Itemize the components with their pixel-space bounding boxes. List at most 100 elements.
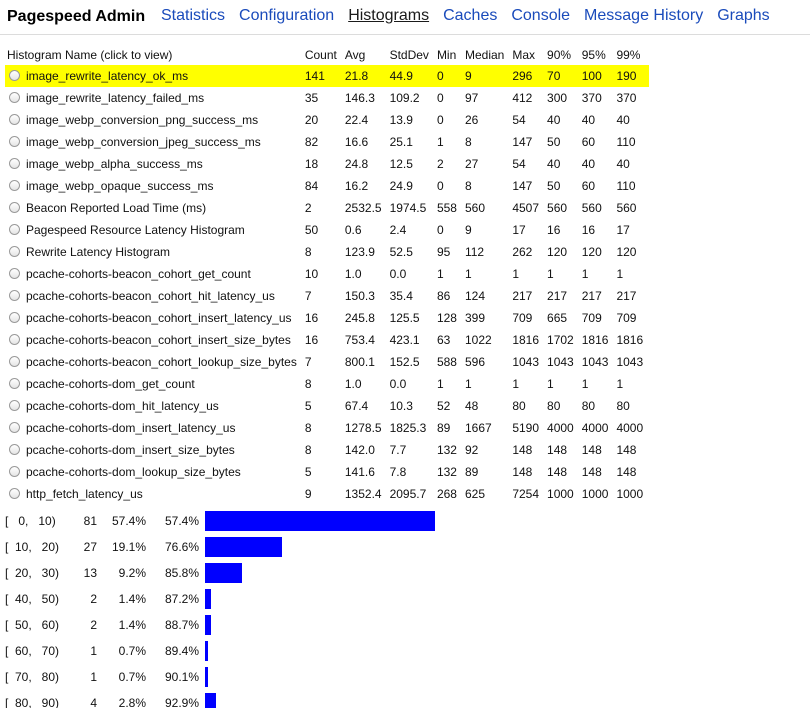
histogram-name-link[interactable]: pcache-cohorts-dom_insert_size_bytes (26, 443, 235, 457)
radio-button[interactable] (9, 290, 20, 301)
histogram-name-cell[interactable]: pcache-cohorts-dom_insert_latency_us (5, 417, 303, 439)
histogram-name-cell[interactable]: pcache-cohorts-beacon_cohort_insert_late… (5, 307, 303, 329)
radio-button[interactable] (9, 180, 20, 191)
histogram-row[interactable]: image_webp_opaque_success_ms 84 16.2 24.9 0 8… (5, 175, 649, 197)
histogram-name-link[interactable]: Pagespeed Resource Latency Histogram (26, 223, 245, 237)
nav-link-message-history[interactable]: Message History (584, 7, 703, 24)
nav-link-histograms[interactable]: Histograms (348, 7, 429, 24)
radio-button[interactable] (9, 92, 20, 103)
histogram-row[interactable]: pcache-cohorts-beacon_cohort_hit_latency… (5, 285, 649, 307)
bucket-cumulative-percent: 57.4% (164, 514, 199, 528)
histogram-row[interactable]: pcache-cohorts-beacon_cohort_insert_late… (5, 307, 649, 329)
radio-button[interactable] (9, 312, 20, 323)
histogram-name-cell[interactable]: pcache-cohorts-dom_lookup_size_bytes (5, 461, 303, 483)
radio-button[interactable] (9, 224, 20, 235)
radio-button[interactable] (9, 378, 20, 389)
histogram-row[interactable]: pcache-cohorts-beacon_cohort_get_count 10… (5, 263, 649, 285)
histogram-row[interactable]: pcache-cohorts-dom_lookup_size_bytes 5 141… (5, 461, 649, 483)
histogram-row[interactable]: pcache-cohorts-dom_get_count 8 1.0 0.0 1 1 1 1 1… (5, 373, 649, 395)
histogram-row[interactable]: pcache-cohorts-dom_hit_latency_us 5 67.4 10… (5, 395, 649, 417)
radio-button[interactable] (9, 356, 20, 367)
histogram-name-link[interactable]: Beacon Reported Load Time (ms) (26, 201, 206, 215)
bucket-cumulative-percent: 85.8% (164, 566, 199, 580)
histogram-row[interactable]: image_webp_alpha_success_ms 18 24.8 12.5 2 27… (5, 153, 649, 175)
radio-button[interactable] (9, 422, 20, 433)
histogram-row[interactable]: Pagespeed Resource Latency Histogram 50 0.… (5, 219, 649, 241)
histogram-name-cell[interactable]: image_webp_conversion_png_success_ms (5, 109, 303, 131)
radio-button[interactable] (9, 466, 20, 477)
radio-button[interactable] (9, 202, 20, 213)
radio-button[interactable] (9, 114, 20, 125)
histogram-name-cell[interactable]: pcache-cohorts-beacon_cohort_lookup_size… (5, 351, 303, 373)
histogram-name-cell[interactable]: pcache-cohorts-dom_insert_size_bytes (5, 439, 303, 461)
histogram-name-link[interactable]: image_rewrite_latency_ok_ms (26, 69, 188, 83)
cell-count: 84 (304, 179, 319, 193)
histogram-name-cell[interactable]: pcache-cohorts-dom_get_count (5, 373, 303, 395)
histogram-name-cell[interactable]: pcache-cohorts-dom_hit_latency_us (5, 395, 303, 417)
histogram-row[interactable]: pcache-cohorts-dom_insert_latency_us 8 127… (5, 417, 649, 439)
histogram-name-link[interactable]: http_fetch_latency_us (26, 487, 143, 501)
histogram-row[interactable]: image_webp_conversion_png_success_ms 20 22… (5, 109, 649, 131)
radio-button[interactable] (9, 246, 20, 257)
histogram-name-cell[interactable]: image_rewrite_latency_ok_ms (5, 65, 303, 87)
histogram-name-cell[interactable]: image_webp_opaque_success_ms (5, 175, 303, 197)
histogram-name-link[interactable]: pcache-cohorts-dom_insert_latency_us (26, 421, 235, 435)
nav-link-graphs[interactable]: Graphs (717, 7, 769, 24)
histogram-row[interactable]: Rewrite Latency Histogram 8 123.9 52.5 95 112… (5, 241, 649, 263)
radio-button[interactable] (9, 444, 20, 455)
cell-p90: 1 (547, 267, 554, 281)
histogram-name-cell[interactable]: image_rewrite_latency_failed_ms (5, 87, 303, 109)
histogram-row[interactable]: Beacon Reported Load Time (ms) 2 2532.5 197… (5, 197, 649, 219)
histogram-row[interactable]: pcache-cohorts-dom_insert_size_bytes 8 142… (5, 439, 649, 461)
histogram-name-link[interactable]: Rewrite Latency Histogram (26, 245, 170, 259)
nav-link-caches[interactable]: Caches (443, 7, 497, 24)
histogram-row[interactable]: pcache-cohorts-beacon_cohort_insert_size… (5, 329, 649, 351)
histogram-name-link[interactable]: image_webp_opaque_success_ms (26, 179, 213, 193)
histogram-name-link[interactable]: pcache-cohorts-beacon_cohort_lookup_size… (26, 355, 297, 369)
bucket-percent: 57.4% (111, 514, 146, 528)
column-header-name: Histogram Name (click to view) (7, 48, 173, 62)
radio-button[interactable] (9, 268, 20, 279)
cell-p90: 1 (547, 377, 554, 391)
histogram-name-link[interactable]: pcache-cohorts-beacon_cohort_insert_size… (26, 333, 291, 347)
nav-link-console[interactable]: Console (511, 7, 570, 24)
column-header-max: Max (512, 48, 535, 62)
histogram-row[interactable]: image_rewrite_latency_ok_ms 141 21.8 44.9 0 9… (5, 65, 650, 87)
histogram-name-link[interactable]: image_webp_conversion_jpeg_success_ms (26, 135, 261, 149)
radio-button[interactable] (9, 70, 20, 81)
histogram-name-link[interactable]: image_rewrite_latency_failed_ms (26, 91, 204, 105)
bucket-count: 1 (90, 670, 97, 684)
histogram-name-cell[interactable]: image_webp_conversion_jpeg_success_ms (5, 131, 303, 153)
radio-button[interactable] (9, 334, 20, 345)
histogram-row[interactable]: pcache-cohorts-beacon_cohort_lookup_size… (5, 351, 649, 373)
histogram-name-link[interactable]: pcache-cohorts-beacon_cohort_get_count (26, 267, 251, 281)
histogram-name-cell[interactable]: Pagespeed Resource Latency Histogram (5, 219, 303, 241)
distribution-row: [ 50, 60) 2 1.4% 88.7% (5, 612, 445, 638)
histogram-row[interactable]: image_rewrite_latency_failed_ms 35 146.3 10… (5, 87, 649, 109)
nav-link-statistics[interactable]: Statistics (161, 7, 225, 24)
histogram-name-link[interactable]: image_webp_alpha_success_ms (26, 157, 203, 171)
nav-link-configuration[interactable]: Configuration (239, 7, 334, 24)
histogram-name-cell[interactable]: image_webp_alpha_success_ms (5, 153, 303, 175)
radio-button[interactable] (9, 136, 20, 147)
histogram-name-cell[interactable]: pcache-cohorts-beacon_cohort_hit_latency… (5, 285, 303, 307)
radio-button[interactable] (9, 158, 20, 169)
histogram-name-link[interactable]: pcache-cohorts-beacon_cohort_insert_late… (26, 311, 292, 325)
cell-median: 9 (464, 223, 472, 237)
radio-button[interactable] (9, 400, 20, 411)
histogram-row[interactable]: http_fetch_latency_us 9 1352.4 2095.7 268 625… (5, 483, 649, 505)
histogram-name-cell[interactable]: Beacon Reported Load Time (ms) (5, 197, 303, 219)
cell-min: 2 (436, 157, 444, 171)
cell-stddev: 13.9 (389, 113, 413, 127)
histogram-name-cell[interactable]: pcache-cohorts-beacon_cohort_insert_size… (5, 329, 303, 351)
histogram-name-link[interactable]: pcache-cohorts-beacon_cohort_hit_latency… (26, 289, 275, 303)
histogram-name-link[interactable]: pcache-cohorts-dom_hit_latency_us (26, 399, 219, 413)
histogram-name-cell[interactable]: Rewrite Latency Histogram (5, 241, 303, 263)
histogram-row[interactable]: image_webp_conversion_jpeg_success_ms 82 1… (5, 131, 649, 153)
histogram-name-cell[interactable]: pcache-cohorts-beacon_cohort_get_count (5, 263, 303, 285)
histogram-name-cell[interactable]: http_fetch_latency_us (5, 483, 303, 505)
histogram-name-link[interactable]: image_webp_conversion_png_success_ms (26, 113, 258, 127)
radio-button[interactable] (9, 488, 20, 499)
histogram-name-link[interactable]: pcache-cohorts-dom_lookup_size_bytes (26, 465, 241, 479)
histogram-name-link[interactable]: pcache-cohorts-dom_get_count (26, 377, 195, 391)
